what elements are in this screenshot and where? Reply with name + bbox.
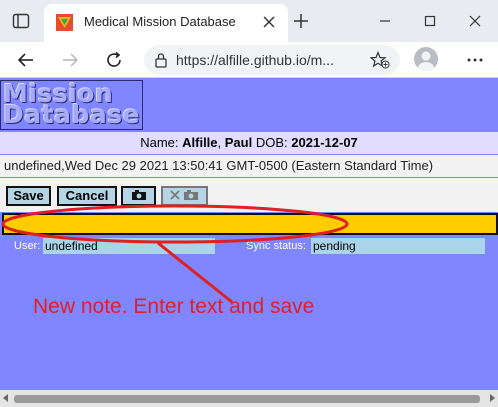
add-favorite-icon[interactable]: [370, 51, 390, 69]
delete-image-button[interactable]: [161, 186, 208, 206]
favicon-icon: [56, 14, 73, 31]
note-timestamp: undefined,Wed Dec 29 2021 13:50:41 GMT-0…: [0, 155, 498, 177]
camera-button[interactable]: [121, 186, 156, 206]
forward-icon[interactable]: [60, 50, 80, 70]
browser-toolbar: https://alfille.github.io/m...: [0, 42, 498, 78]
profile-avatar[interactable]: [414, 47, 438, 71]
new-tab-icon[interactable]: [292, 12, 310, 30]
minimize-icon[interactable]: [376, 12, 394, 30]
annotation-text: New note. Enter text and save: [33, 295, 315, 318]
app-logo[interactable]: Mission Database: [0, 80, 143, 130]
browser-tab[interactable]: Medical Mission Database: [44, 4, 288, 42]
sync-status-label: Sync status:: [246, 240, 306, 252]
dob-label: DOB:: [255, 135, 288, 150]
close-window-icon[interactable]: [466, 12, 484, 30]
scroll-right-icon[interactable]: [490, 394, 495, 402]
more-menu-icon[interactable]: [466, 58, 484, 62]
tab-actions-icon[interactable]: [12, 12, 30, 30]
note-button-row: Save Cancel: [0, 178, 498, 212]
url-text: https://alfille.github.io/m...: [176, 52, 334, 68]
horizontal-scrollbar[interactable]: [0, 390, 498, 407]
patient-dob: 2021-12-07: [291, 135, 358, 150]
delete-image-icon: [169, 190, 198, 200]
back-icon[interactable]: [16, 50, 36, 70]
cancel-button[interactable]: Cancel: [57, 186, 117, 206]
browser-tab-bar: Medical Mission Database: [0, 0, 498, 42]
maximize-icon[interactable]: [421, 12, 439, 30]
close-tab-icon[interactable]: [260, 13, 278, 31]
scrollbar-thumb[interactable]: [14, 395, 480, 403]
lock-icon[interactable]: [154, 52, 168, 68]
tab-title: Medical Mission Database: [84, 14, 236, 29]
address-bar[interactable]: https://alfille.github.io/m...: [144, 45, 400, 75]
camera-icon: [131, 190, 146, 200]
logo-line-2: Database: [3, 100, 141, 129]
scroll-left-icon[interactable]: [3, 394, 8, 402]
save-button[interactable]: Save: [6, 186, 51, 206]
name-label: Name:: [140, 135, 179, 150]
user-value: undefined: [43, 238, 215, 254]
user-label: User:: [14, 240, 41, 252]
logo-text: Mission Database: [3, 81, 141, 129]
refresh-icon[interactable]: [104, 50, 124, 70]
patient-first-name: Paul: [224, 135, 253, 150]
patient-header: Name: Alfille, Paul DOB: 2021-12-07: [0, 132, 498, 154]
profile-icon: [418, 51, 434, 71]
sync-status-value: pending: [311, 238, 485, 254]
note-text-input[interactable]: [2, 213, 498, 235]
patient-last-name: Alfille: [182, 135, 218, 150]
